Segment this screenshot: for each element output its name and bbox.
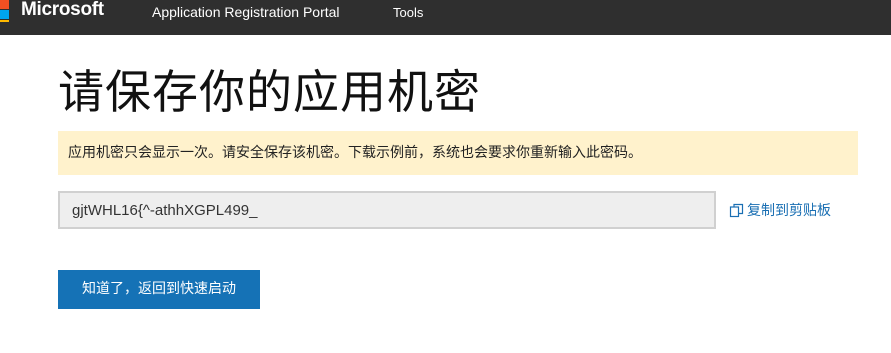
- nav-link-tools[interactable]: Tools: [393, 3, 423, 23]
- copy-icon: [729, 203, 744, 218]
- application-secret-field[interactable]: [58, 191, 716, 229]
- nav-link-application-registration-portal[interactable]: Application Registration Portal: [152, 2, 340, 22]
- top-navigation-bar: Microsoft Application Registration Porta…: [0, 0, 891, 35]
- got-it-return-to-quickstart-button[interactable]: 知道了，返回到快速启动: [58, 270, 260, 309]
- brand-name[interactable]: Microsoft: [21, 0, 104, 22]
- page-title: 请保存你的应用机密: [58, 65, 481, 119]
- copy-to-clipboard-label: 复制到剪贴板: [747, 203, 831, 219]
- microsoft-logo-icon: [0, 0, 10, 22]
- warning-notice: 应用机密只会显示一次。请安全保存该机密。下载示例前，系统也会要求你重新输入此密码…: [58, 131, 858, 175]
- copy-to-clipboard-link[interactable]: 复制到剪贴板: [729, 201, 831, 221]
